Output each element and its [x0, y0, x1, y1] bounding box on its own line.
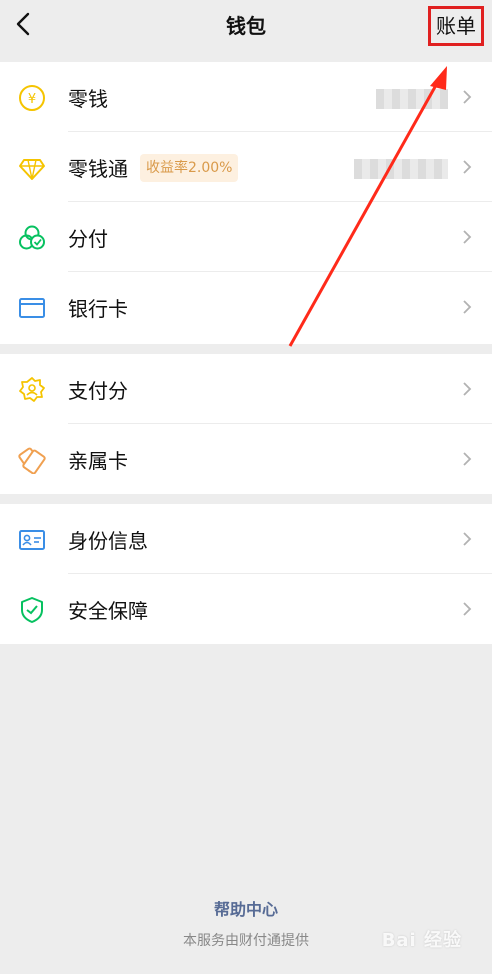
chevron-right-icon [463, 300, 472, 314]
row-label: 支付分 [68, 379, 128, 403]
diamond-icon [19, 159, 45, 180]
wallet-group-2: 支付分 亲属卡 [0, 354, 492, 494]
row-identity[interactable]: 身份信息 [0, 504, 492, 574]
chevron-right-icon [463, 230, 472, 244]
row-label: 亲属卡 [68, 449, 128, 473]
fenfu-icon [19, 225, 45, 250]
chevron-right-icon [463, 382, 472, 396]
yuan-coin-icon: ¥ [19, 85, 45, 111]
row-label: 零钱通 [68, 157, 128, 181]
chevron-right-icon [463, 602, 472, 616]
watermark: Bai 经验 [381, 930, 462, 951]
shield-icon [21, 597, 43, 623]
bill-button[interactable]: 账单 [428, 6, 484, 46]
blurred-balance [376, 89, 448, 109]
row-lingqiantong[interactable]: 零钱通 收益率2.00% [0, 132, 492, 202]
row-label: 零钱 [68, 87, 108, 111]
wallet-group-1: ¥ 零钱 零钱通 收益率2.00% 分付 银行卡 [0, 62, 492, 344]
svg-text:¥: ¥ [28, 92, 36, 107]
nav-bar: 钱包 账单 [0, 0, 492, 56]
row-bank-card[interactable]: 银行卡 [0, 272, 492, 342]
bank-card-icon [19, 298, 45, 318]
row-label: 安全保障 [68, 599, 148, 623]
row-fenfu[interactable]: 分付 [0, 202, 492, 272]
yield-badge: 收益率2.00% [140, 154, 239, 182]
row-pay-score[interactable]: 支付分 [0, 354, 492, 424]
row-change[interactable]: ¥ 零钱 [0, 62, 492, 132]
pay-score-icon [19, 377, 45, 402]
chevron-right-icon [463, 452, 472, 466]
row-label: 银行卡 [68, 297, 128, 321]
blurred-balance [354, 159, 448, 179]
family-card-icon [18, 447, 46, 474]
chevron-right-icon [463, 90, 472, 104]
chevron-right-icon [463, 160, 472, 174]
row-label: 分付 [68, 227, 108, 251]
id-card-icon [19, 530, 45, 550]
wallet-group-3: 身份信息 安全保障 [0, 504, 492, 644]
row-label: 身份信息 [68, 529, 148, 553]
chevron-right-icon [463, 532, 472, 546]
help-center-link[interactable]: 帮助中心 [0, 896, 492, 920]
page-title: 钱包 [226, 14, 266, 38]
row-family-card[interactable]: 亲属卡 [0, 424, 492, 494]
row-security[interactable]: 安全保障 [0, 574, 492, 644]
